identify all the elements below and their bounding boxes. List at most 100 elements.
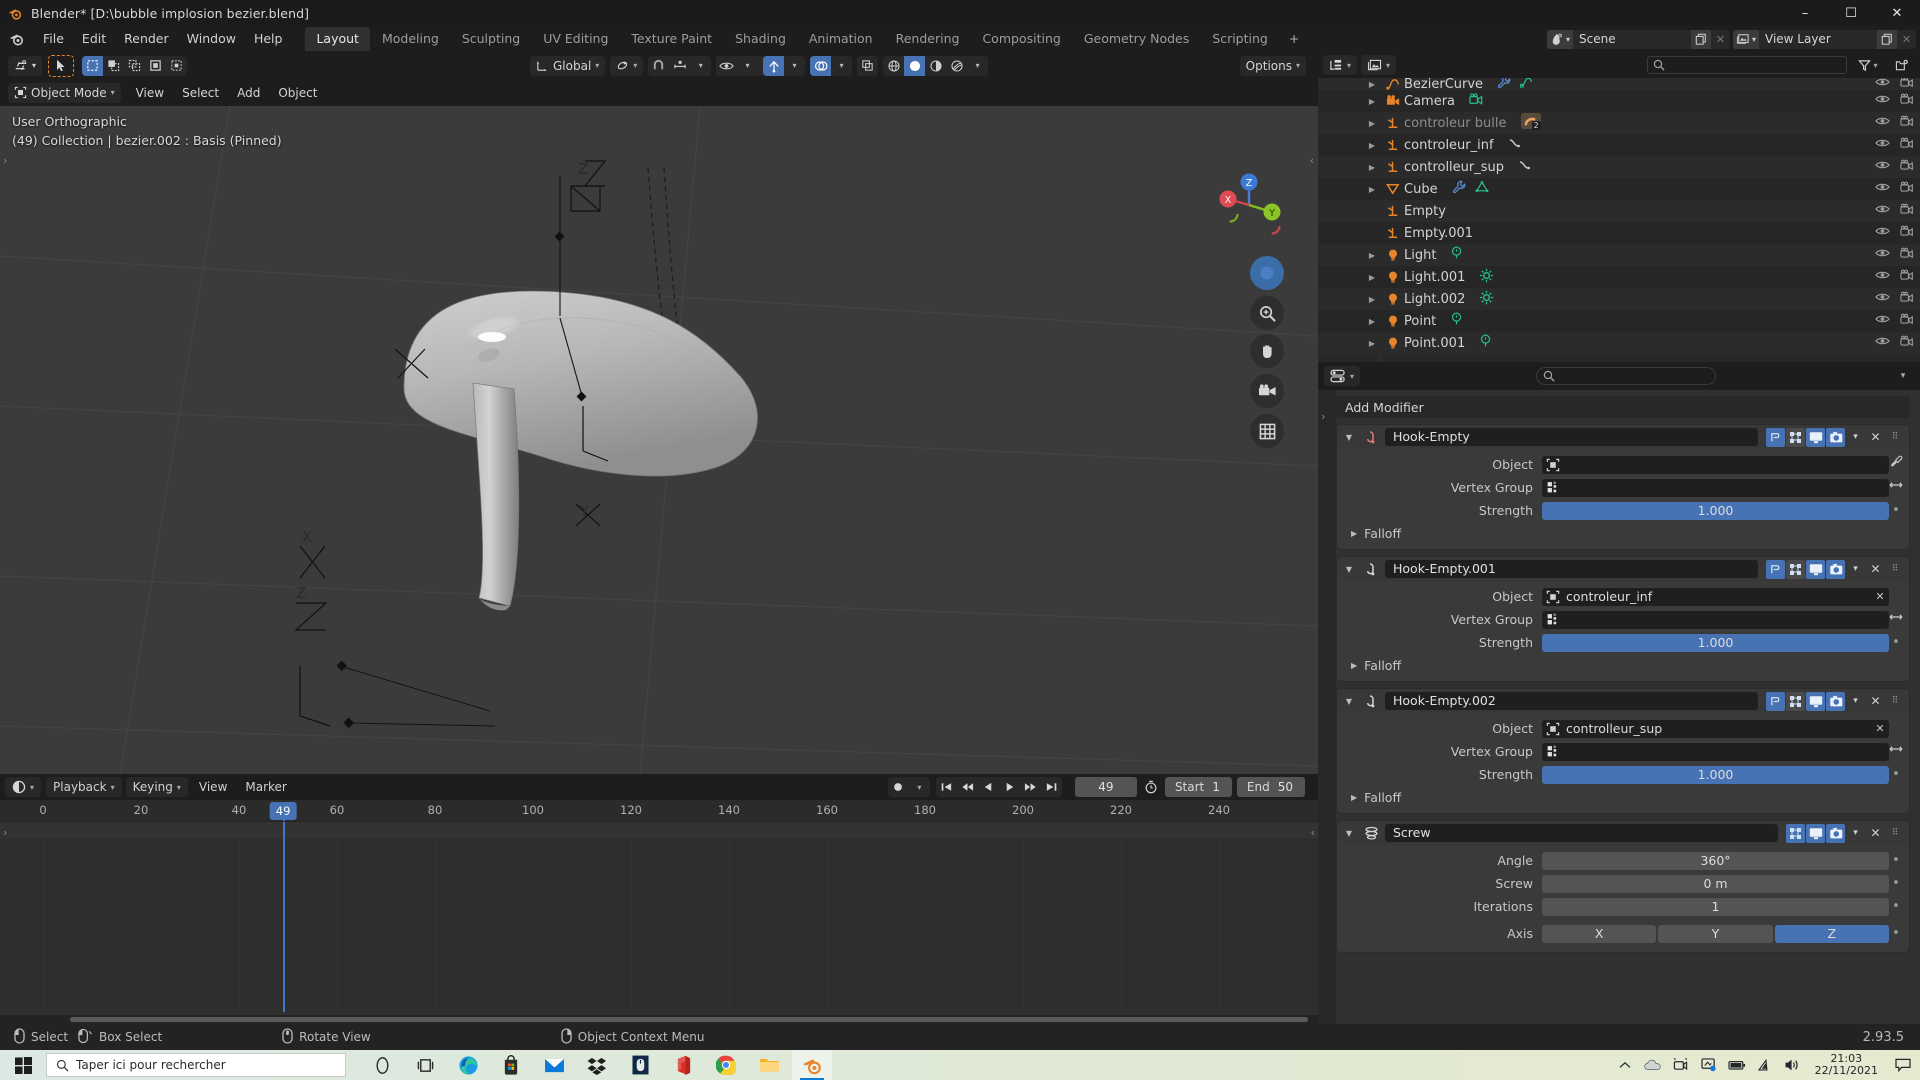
vertex-group-field[interactable] [1542, 742, 1889, 761]
play-reverse-button[interactable] [978, 777, 999, 797]
outliner-row[interactable]: ▶ Point [1318, 310, 1920, 332]
hide-in-viewport-icon[interactable] [1875, 335, 1890, 351]
material-preview-shading-icon[interactable] [925, 56, 946, 76]
solid-shading-icon[interactable] [904, 55, 925, 76]
numeric-field[interactable]: 1 [1542, 897, 1889, 916]
modifier-expand-arrow[interactable]: ▼ [1341, 565, 1357, 574]
animate-property-dot[interactable]: • [1889, 925, 1903, 943]
modifier-header[interactable]: ▼ Hook-Empty.002 ▾ ✕ ⠿ [1337, 689, 1909, 713]
close-button[interactable]: ✕ [1874, 0, 1920, 26]
select-extend-icon[interactable] [103, 56, 124, 76]
modifier-extras-dropdown[interactable]: ▾ [1846, 692, 1865, 711]
chrome-icon[interactable] [706, 1050, 746, 1080]
timeline-menu-marker[interactable]: Marker [238, 777, 293, 797]
collection-group-icon-2[interactable]: 2 [1520, 113, 1541, 133]
viewport-toolbar-toggle[interactable]: › [3, 154, 7, 167]
modifier-render-toggle[interactable] [1826, 691, 1845, 711]
topbar-menu-window[interactable]: Window [178, 29, 245, 49]
modifier-name-field[interactable]: Hook-Empty.002 [1385, 692, 1758, 710]
transform-orientation-selector[interactable]: Global ▾ [530, 55, 606, 76]
task-view-icon[interactable] [405, 1050, 445, 1080]
mesh-data-icon[interactable] [1475, 180, 1489, 198]
hide-in-viewport-icon[interactable] [1875, 313, 1890, 329]
minimize-button[interactable]: – [1782, 0, 1828, 26]
modifier-wrench-icon[interactable] [1452, 180, 1467, 198]
timeline-editor-type-icon[interactable]: ▾ [5, 777, 42, 797]
modifier-on-cage-toggle[interactable] [1786, 427, 1805, 447]
hide-in-viewport-icon[interactable] [1875, 115, 1890, 131]
modifier-name-field[interactable]: Screw [1385, 824, 1778, 842]
new-collection-icon[interactable] [1889, 59, 1915, 72]
pan-view-icon[interactable] [1250, 334, 1284, 368]
new-view-layer-icon[interactable] [1877, 29, 1897, 49]
taskbar-clock[interactable]: 21:03 22/11/2021 [1807, 1052, 1886, 1078]
properties-options-icon[interactable]: ▾ [1892, 371, 1914, 381]
modifier-realtime-toggle[interactable] [1806, 823, 1825, 843]
disable-in-render-icon[interactable] [1900, 159, 1914, 176]
timeline-playhead[interactable] [283, 822, 286, 1012]
object-field[interactable]: controlleur_sup ✕ [1542, 719, 1889, 738]
disable-in-render-icon[interactable] [1900, 335, 1914, 352]
workspace-tab-shading[interactable]: Shading [724, 27, 797, 51]
editor-type-selector[interactable]: ▾ [8, 55, 43, 76]
invert-vertex-group-button[interactable] [1889, 743, 1903, 761]
sun-light-data-icon[interactable] [1479, 268, 1494, 287]
outliner-expand-arrow[interactable]: ▶ [1362, 119, 1382, 128]
snap-magnet-icon[interactable] [648, 56, 669, 76]
falloff-subpanel[interactable]: ▶ Falloff [1337, 655, 1909, 675]
outliner-row[interactable]: ▶ Camera [1318, 90, 1920, 112]
hide-in-viewport-icon[interactable] [1875, 137, 1890, 153]
topbar-menu-render[interactable]: Render [115, 29, 178, 49]
animate-property-dot[interactable]: • [1889, 766, 1903, 784]
vertex-group-field[interactable] [1542, 478, 1889, 497]
modifier-header[interactable]: ▼ Screw ▾ ✕ ⠿ [1337, 821, 1909, 845]
hide-in-viewport-icon[interactable] [1875, 181, 1890, 197]
dropbox-icon[interactable] [577, 1050, 617, 1080]
modifier-on-cage-toggle[interactable] [1786, 559, 1805, 579]
hide-in-viewport-icon[interactable] [1875, 291, 1890, 307]
zoom-view-icon[interactable] [1250, 296, 1284, 330]
outliner-expand-arrow[interactable]: ▶ [1362, 80, 1382, 89]
modifier-name-field[interactable]: Hook-Empty.001 [1385, 560, 1758, 578]
viewport-sidebar-toggle[interactable]: ‹ [1310, 154, 1314, 167]
invert-vertex-group-button[interactable] [1889, 479, 1903, 497]
auto-keying-dropdown-icon[interactable]: ▾ [909, 777, 930, 797]
topbar-menu-edit[interactable]: Edit [73, 29, 115, 49]
overlays-dropdown-icon[interactable]: ▾ [831, 56, 852, 76]
taskbar-search-input[interactable]: Taper ici pour rechercher [46, 1053, 346, 1077]
numeric-field[interactable]: 360° [1542, 851, 1889, 870]
animation-curve-icon[interactable] [1518, 158, 1533, 176]
modifier-drag-handle[interactable]: ⠿ [1886, 560, 1905, 579]
disable-in-render-icon[interactable] [1900, 247, 1914, 264]
modifier-panel[interactable]: ▼ Screw ▾ ✕ ⠿ Angle 360° • Screw 0 m • Iterations 1 •… [1336, 820, 1910, 953]
outliner-row[interactable]: Empty.001 [1318, 222, 1920, 244]
pivot-point-selector[interactable]: ▾ [610, 55, 644, 76]
next-keyframe-button[interactable] [1020, 777, 1041, 797]
clear-object-button[interactable]: ✕ [1871, 722, 1889, 735]
outliner-row[interactable]: ▶ BezierCurve [1318, 78, 1920, 92]
timeline-menu-keying[interactable]: Keying ▾ [125, 777, 188, 797]
topbar-menu-file[interactable]: File [34, 29, 73, 49]
sun-light-data-icon[interactable] [1479, 290, 1494, 309]
outliner-expand-arrow[interactable]: ▶ [1362, 185, 1382, 194]
axis-button-z[interactable]: Z [1774, 924, 1889, 943]
timeline-channels-area[interactable] [0, 822, 1318, 1012]
vertex-group-field[interactable] [1542, 610, 1889, 629]
outliner-expand-arrow[interactable]: ▶ [1362, 163, 1382, 172]
toggle-orthographic-grid-icon[interactable] [1250, 414, 1284, 448]
point-light-data-icon[interactable] [1450, 246, 1464, 264]
show-gizmo-icon[interactable] [763, 55, 784, 76]
disable-in-render-icon[interactable] [1900, 269, 1914, 286]
hide-in-viewport-icon[interactable] [1875, 93, 1890, 109]
modifier-realtime-toggle[interactable] [1806, 427, 1825, 447]
interaction-mode-selector[interactable]: Object Mode ▾ [8, 82, 121, 103]
outliner-filter-icon[interactable]: ▾ [1851, 59, 1885, 72]
timeline-right-toggle[interactable]: ‹ [1311, 826, 1315, 839]
workspace-tab-sculpting[interactable]: Sculpting [451, 27, 531, 51]
remove-view-layer-icon[interactable]: ✕ [1897, 30, 1916, 49]
modifier-edit-mode-toggle[interactable] [1766, 427, 1785, 447]
current-frame-field[interactable]: 49 [1074, 777, 1137, 797]
invert-vertex-group-button[interactable] [1889, 611, 1903, 629]
select-subtract-icon[interactable] [124, 56, 145, 76]
outliner-row[interactable]: Empty [1318, 200, 1920, 222]
